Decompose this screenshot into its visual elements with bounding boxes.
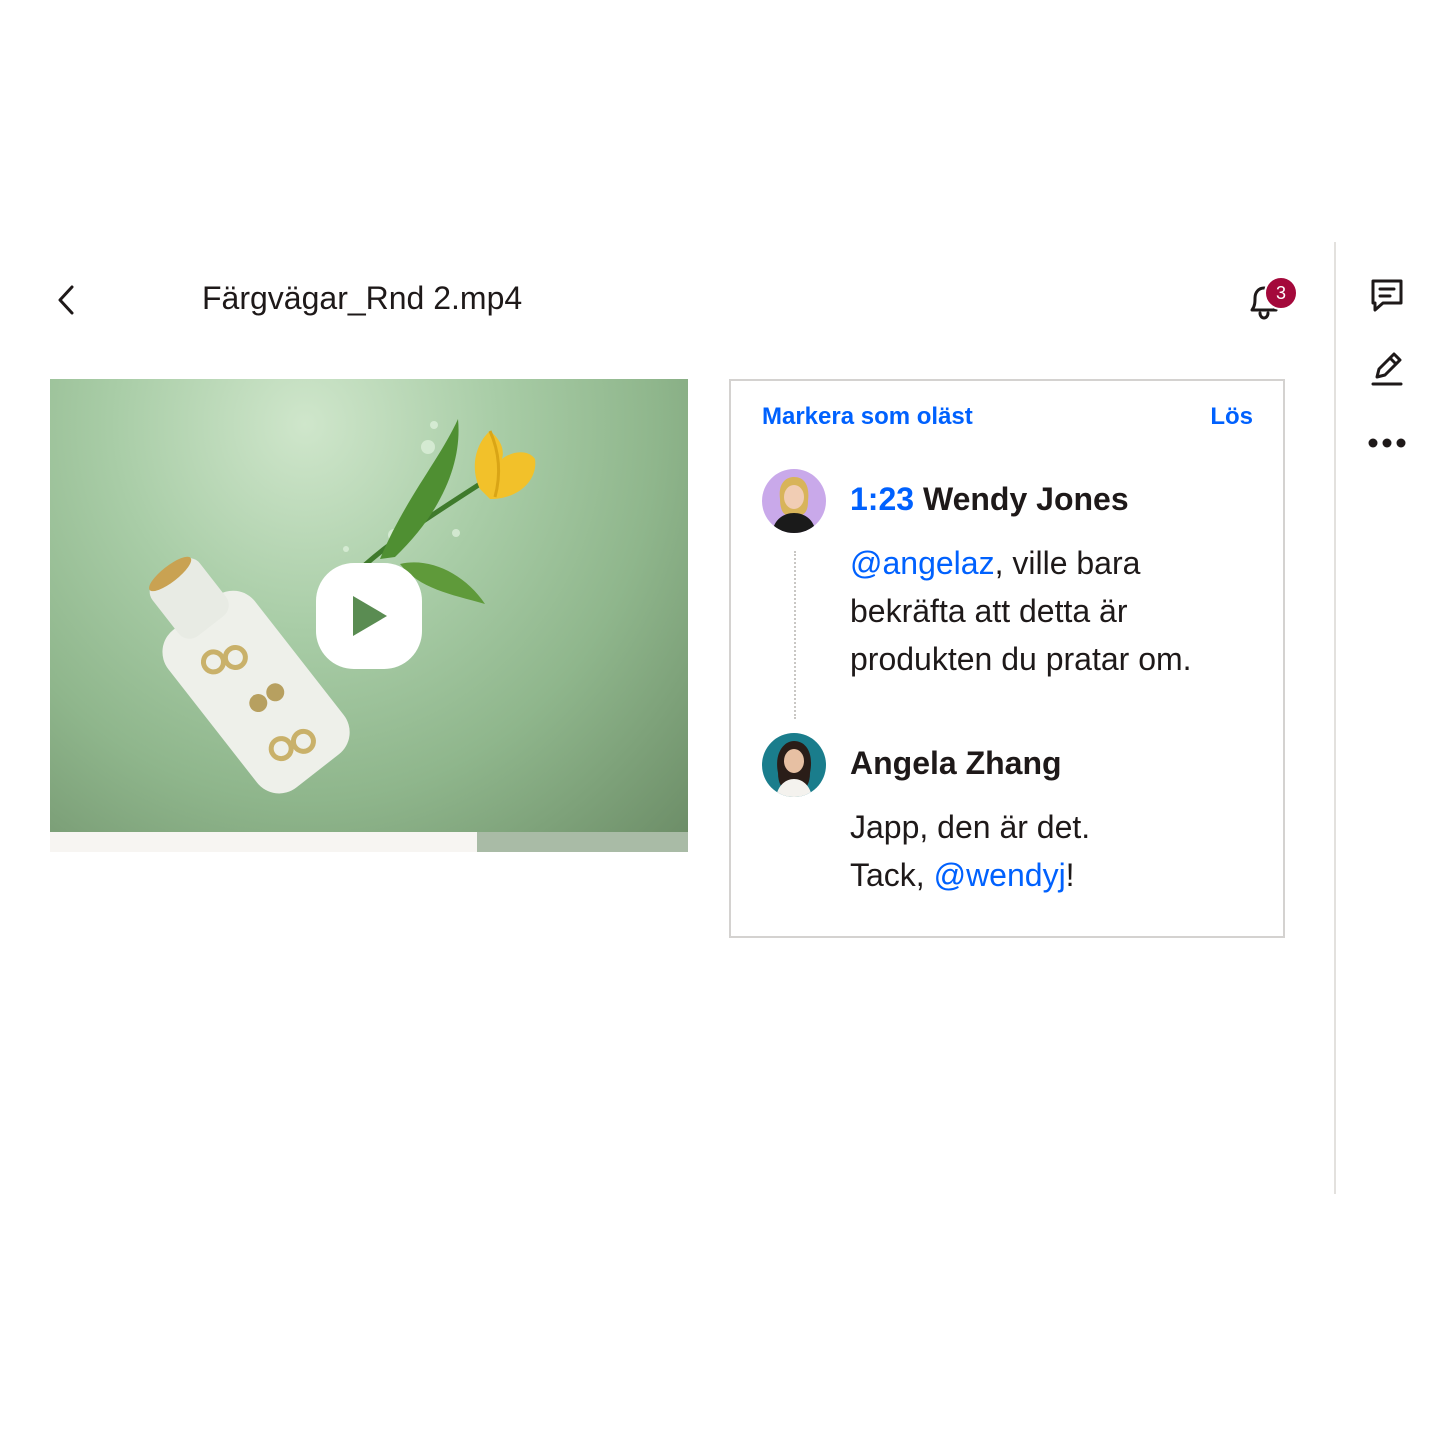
avatar-angela-zhang xyxy=(762,733,826,797)
play-icon xyxy=(353,596,387,636)
comment-body: @angelaz, ville bara bekräfta att detta … xyxy=(850,539,1192,683)
mark-unread-button[interactable]: Markera som oläst xyxy=(762,403,973,431)
comment-text: ! xyxy=(1065,857,1075,893)
play-button[interactable] xyxy=(316,563,422,669)
comment-text: Tack, xyxy=(850,857,934,893)
comment-thread-card: Markera som oläst Lös 1:23 Wendy Jones @… xyxy=(729,379,1285,938)
comment-text: bekräfta att detta är xyxy=(850,593,1128,629)
mention-link[interactable]: @wendyj xyxy=(934,857,1066,893)
comment-timestamp[interactable]: 1:23 xyxy=(850,481,914,517)
video-progress-bar[interactable] xyxy=(50,832,688,852)
comment-body: Japp, den är det. Tack, @wendyj! xyxy=(850,803,1090,899)
file-title: Färgvägar_Rnd 2.mp4 xyxy=(202,280,523,316)
comments-button[interactable] xyxy=(1362,270,1412,320)
mention-link[interactable]: @angelaz xyxy=(850,545,995,581)
comment-icon xyxy=(1371,279,1403,312)
chevron-left-icon xyxy=(58,285,74,315)
comment-text: , ville bara xyxy=(994,545,1141,581)
notifications-button[interactable]: 3 xyxy=(1240,276,1298,324)
comment-text: Japp, den är det. xyxy=(850,809,1091,845)
back-button[interactable] xyxy=(48,280,84,320)
avatar-wendy-jones xyxy=(762,469,826,533)
notification-count-badge: 3 xyxy=(1264,276,1298,310)
sidebar-divider xyxy=(1334,242,1336,1194)
comment-author: Wendy Jones xyxy=(922,481,1129,517)
resolve-button[interactable]: Lös xyxy=(1210,403,1253,431)
thread-connector xyxy=(794,551,796,719)
pencil-icon xyxy=(1371,352,1403,386)
more-options-button[interactable] xyxy=(1362,414,1412,464)
more-icon xyxy=(1368,438,1406,448)
comment-text: produkten du pratar om. xyxy=(850,641,1192,677)
comment-author: Angela Zhang xyxy=(850,745,1062,781)
comment-header: 1:23 Wendy Jones xyxy=(850,479,1129,519)
video-progress-fill xyxy=(50,832,478,852)
edit-button[interactable] xyxy=(1362,342,1412,392)
